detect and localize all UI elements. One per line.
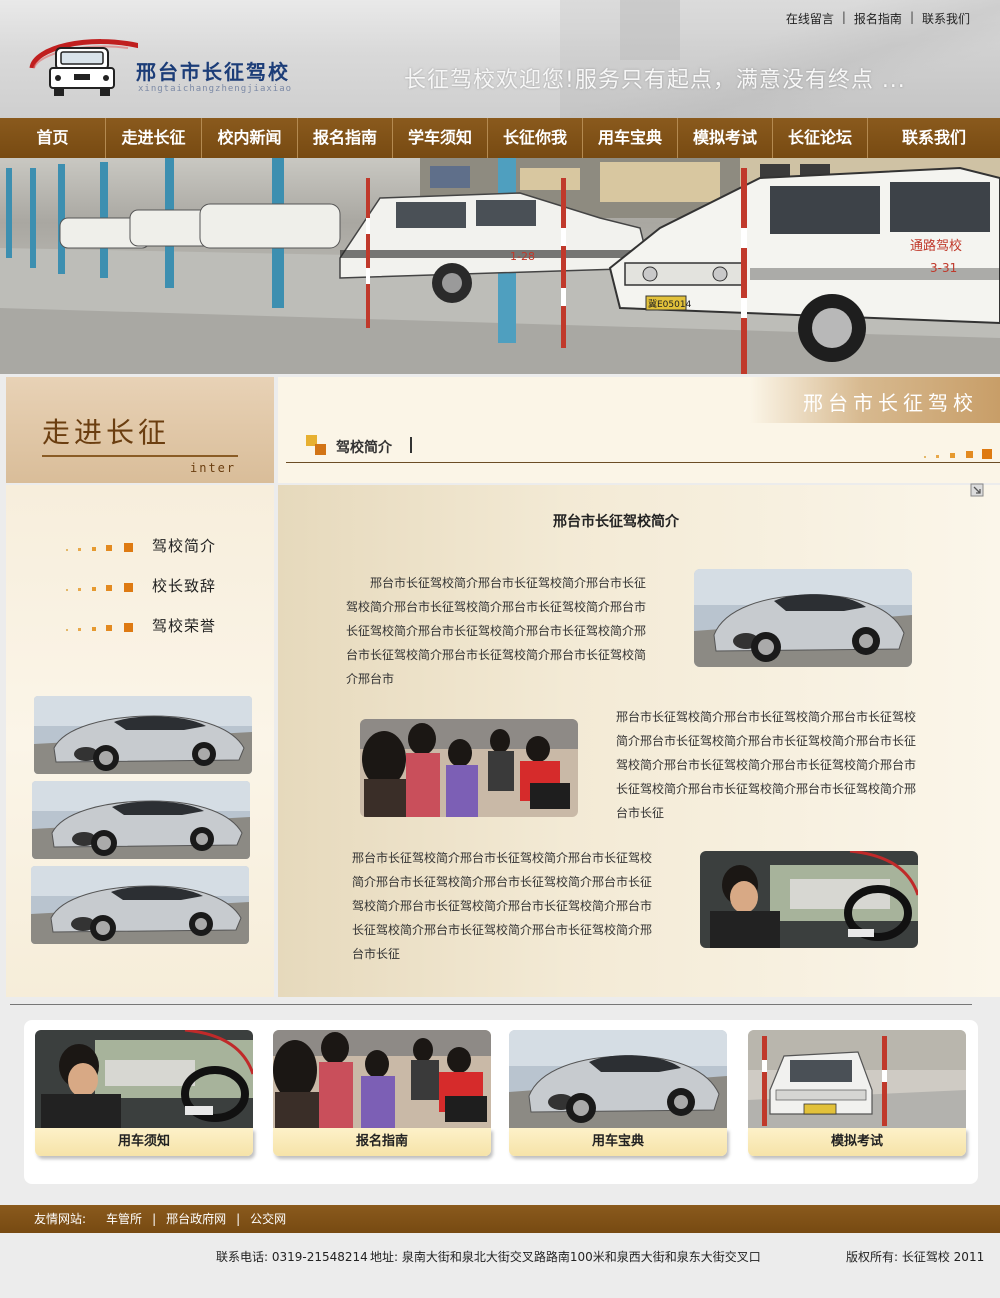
top-link-registration[interactable]: 报名指南 (846, 10, 910, 27)
training-cars-photo: 1-28 冀E05014 通路驾校 3-31 (0, 158, 1000, 374)
driver-photo (35, 1030, 253, 1128)
logo-title: 邢台市长征驾校 (136, 60, 290, 84)
dots-icon (66, 623, 133, 632)
article-title: 邢台市长征驾校简介 (553, 514, 679, 530)
sub-menu-label: 校长致辞 (152, 577, 217, 595)
nav-item-community[interactable]: 长征你我 (488, 118, 583, 158)
sidebar-car-image[interactable] (31, 866, 249, 944)
school-name-badge: 邢台市长征驾校 (750, 377, 1000, 423)
section-title-bar (410, 437, 412, 453)
friend-links-label: 友情网站: (34, 1212, 87, 1226)
friend-link-separator: | (236, 1212, 241, 1226)
content-divider (10, 1004, 972, 1005)
nav-item-contact[interactable]: 联系我们 (868, 118, 1000, 158)
feature-cards: 用车须知 报名指南 用车宝典 模拟考试 (24, 1020, 978, 1184)
section-title: 驾校简介 (336, 440, 392, 456)
sedan-photo (748, 1030, 966, 1128)
sports-car-image (34, 696, 252, 774)
main-nav: 首页 走进长征 校内新闻 报名指南 学车须知 长征你我 用车宝典 模拟考试 长征… (0, 118, 1000, 158)
friend-link-separator: | (152, 1212, 157, 1226)
sports-car-image (32, 781, 250, 859)
site-logo[interactable]: 邢台市长征驾校 xingtaichangzhengjiaxiao (28, 34, 328, 100)
students-photo (273, 1030, 491, 1128)
nav-item-about[interactable]: 走进长征 (106, 118, 202, 158)
feature-card-car-notes[interactable]: 用车须知 (35, 1030, 253, 1158)
nav-item-car-guide[interactable]: 用车宝典 (583, 118, 678, 158)
banner-sign-128: 1-28 (510, 250, 535, 263)
section-square-icon (306, 435, 326, 455)
car-logo-icon (29, 39, 138, 96)
sports-car-image (694, 569, 912, 667)
feature-card-image (273, 1030, 491, 1128)
sub-menu: 驾校简介 校长致辞 驾校荣誉 (66, 535, 266, 655)
sidebar-car-image[interactable] (32, 781, 250, 859)
left-title-underline (42, 455, 238, 457)
sub-menu-item-intro[interactable]: 驾校简介 (66, 535, 266, 575)
banner-plate: 冀E05014 (648, 298, 692, 310)
header-slogan: 长征驾校欢迎您!服务只有起点，满意没有终点 ... (404, 68, 906, 93)
school-name-badge-text: 邢台市长征驾校 (803, 391, 978, 415)
expand-icon[interactable] (970, 483, 984, 497)
left-section-header: 走进长征 inter (6, 377, 274, 483)
article-paragraph: 邢台市长征驾校简介邢台市长征驾校简介邢台市长征驾校简介邢台市长征驾校简介邢台市长… (346, 576, 647, 686)
content-header: 邢台市长征驾校 驾校简介 (278, 377, 1000, 483)
nav-item-forum[interactable]: 长征论坛 (773, 118, 868, 158)
watchtower-background (620, 0, 680, 60)
feature-card-label: 用车宝典 (509, 1128, 727, 1156)
article-paragraph: 邢台市长征驾校简介邢台市长征驾校简介邢台市长征驾校简介邢台市长征驾校简介邢台市长… (352, 851, 653, 961)
nav-item-home[interactable]: 首页 (0, 118, 106, 158)
friend-links-bar: 友情网站: 车管所 | 邢台政府网 | 公交网 (0, 1205, 1000, 1233)
feature-card-car-guide[interactable]: 用车宝典 (509, 1030, 727, 1158)
feature-card-image (748, 1030, 966, 1128)
footer-copyright: 版权所有: 长征驾校 2011 (846, 1250, 985, 1264)
left-section-subtitle: inter (190, 461, 237, 475)
sidebar-car-image[interactable] (34, 696, 252, 774)
footer-phone: 联系电话: 0319-21548214 (216, 1250, 368, 1264)
friend-link-bus[interactable]: 公交网 (250, 1205, 286, 1233)
feature-card-registration[interactable]: 报名指南 (273, 1030, 491, 1158)
left-sidebar: 驾校简介 校长致辞 驾校荣誉 (6, 485, 274, 997)
dots-icon (924, 449, 992, 459)
feature-card-label: 报名指南 (273, 1128, 491, 1156)
content-panel: 邢台市长征驾校简介 邢台市长征驾校简介邢台市长征驾校简介邢台市长征驾校简介邢台市… (278, 483, 1000, 997)
nav-item-mock-exam[interactable]: 模拟考试 (678, 118, 773, 158)
feature-card-image (35, 1030, 253, 1128)
sub-menu-label: 驾校简介 (152, 537, 217, 555)
dots-icon (66, 583, 133, 592)
top-link-contact[interactable]: 联系我们 (914, 10, 978, 27)
students-photo (360, 719, 578, 817)
left-section-title: 走进长征 (42, 416, 171, 449)
friend-link-gov[interactable]: 邢台政府网 (166, 1205, 226, 1233)
feature-card-label: 模拟考试 (748, 1128, 966, 1156)
site-header: 在线留言 | 报名指南 | 联系我们 邢台市长征驾校 xingtaichangz… (0, 0, 1000, 118)
nav-item-registration[interactable]: 报名指南 (298, 118, 393, 158)
article-paragraph: 邢台市长征驾校简介邢台市长征驾校简介邢台市长征驾校简介邢台市长征驾校简介邢台市长… (616, 710, 917, 820)
friend-links-spacer (86, 1205, 106, 1233)
article-image-students[interactable] (360, 719, 578, 817)
sports-car-image (509, 1030, 727, 1128)
article-image-car[interactable] (694, 569, 912, 667)
sub-menu-item-honors[interactable]: 驾校荣誉 (66, 615, 266, 655)
banner-sign-school: 通路驾校 (910, 238, 962, 254)
sports-car-image (31, 866, 249, 944)
banner-sign-331: 3-31 (930, 261, 957, 275)
section-rule (286, 462, 1000, 463)
logo-subtitle: xingtaichangzhengjiaxiao (138, 84, 293, 94)
hero-banner: 1-28 冀E05014 通路驾校 3-31 (0, 158, 1000, 374)
nav-item-news[interactable]: 校内新闻 (202, 118, 298, 158)
feature-card-mock-exam[interactable]: 模拟考试 (748, 1030, 966, 1158)
sub-menu-item-principal[interactable]: 校长致辞 (66, 575, 266, 615)
sub-menu-label: 驾校荣誉 (152, 617, 217, 635)
footer-address: 地址: 泉南大街和泉北大街交叉路路南100米和泉西大街和泉东大街交叉口 (370, 1250, 761, 1264)
feature-card-label: 用车须知 (35, 1128, 253, 1156)
top-links: 在线留言 | 报名指南 | 联系我们 (778, 10, 978, 27)
article-image-driver[interactable] (700, 851, 918, 948)
dots-icon (66, 543, 133, 552)
friend-link-vehicle-admin[interactable]: 车管所 (106, 1205, 142, 1233)
nav-item-learner-notes[interactable]: 学车须知 (393, 118, 488, 158)
top-link-message[interactable]: 在线留言 (778, 10, 842, 27)
site-footer: 联系电话: 0319-21548214 地址: 泉南大街和泉北大街交叉路路南10… (0, 1240, 1000, 1274)
feature-card-image (509, 1030, 727, 1128)
driver-photo (700, 851, 918, 948)
